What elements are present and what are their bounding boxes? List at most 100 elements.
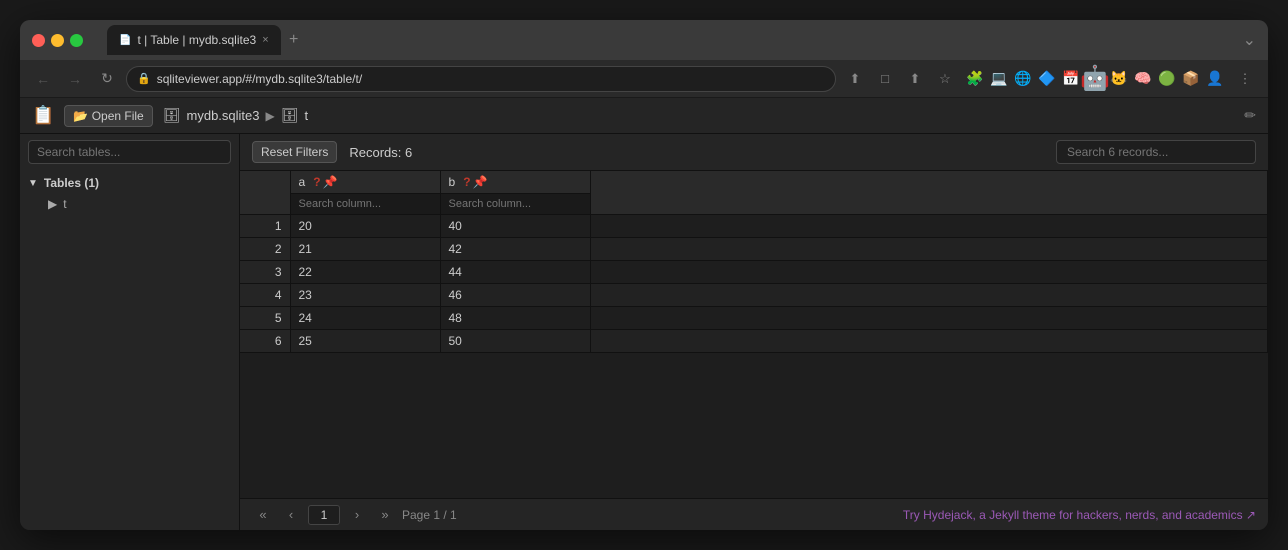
- ext-icon-10[interactable]: 👤: [1204, 68, 1226, 90]
- share-button-3[interactable]: ⬆: [902, 66, 928, 92]
- ext-icon-5[interactable]: 📅: [1060, 68, 1082, 90]
- app-logo-icon: 📋: [32, 105, 54, 126]
- first-page-button[interactable]: «: [252, 504, 274, 526]
- cell-extra: [590, 238, 1268, 261]
- tab-title: t | Table | mydb.sqlite3: [137, 33, 256, 47]
- breadcrumb-sep-icon: ▶: [266, 109, 275, 123]
- table-row[interactable]: 1 20 40: [240, 215, 1268, 238]
- ext-icon-8[interactable]: 🟢: [1156, 68, 1178, 90]
- ext-icon-2[interactable]: 💻: [988, 68, 1010, 90]
- close-window-button[interactable]: [32, 34, 45, 47]
- row-num-header: [240, 171, 290, 215]
- reload-button[interactable]: ↻: [94, 66, 120, 92]
- cell-extra: [590, 330, 1268, 353]
- breadcrumb-db: mydb.sqlite3: [187, 108, 260, 123]
- table-row[interactable]: 4 23 46: [240, 284, 1268, 307]
- nav-right-icons: ⬆ □ ⬆ ☆: [842, 66, 958, 92]
- col-b-name: b: [449, 175, 456, 189]
- table-row[interactable]: 2 21 42: [240, 238, 1268, 261]
- breadcrumb-table: t: [305, 108, 309, 123]
- tab-icon: 📄: [119, 35, 131, 46]
- cell-a: 21: [290, 238, 440, 261]
- table-triangle-icon: ▶: [48, 197, 57, 211]
- ext-icon-9[interactable]: 📦: [1180, 68, 1202, 90]
- cell-a: 20: [290, 215, 440, 238]
- col-b-pin-icon[interactable]: 📌: [473, 175, 488, 189]
- page-number-input[interactable]: [308, 505, 340, 525]
- page-info: Page 1 / 1: [402, 508, 457, 522]
- cell-a: 25: [290, 330, 440, 353]
- search-tables-input[interactable]: [28, 140, 231, 164]
- next-page-button[interactable]: ›: [346, 504, 368, 526]
- minimize-window-button[interactable]: [51, 34, 64, 47]
- ext-icon-6[interactable]: 🐱: [1108, 68, 1130, 90]
- bookmark-button[interactable]: ☆: [932, 66, 958, 92]
- col-b-search-input[interactable]: [441, 193, 590, 214]
- app-header: 📋 📂 Open File 🗄 mydb.sqlite3 ▶ 🗄 t ✏: [20, 98, 1268, 134]
- cell-a: 22: [290, 261, 440, 284]
- row-num-cell: 1: [240, 215, 290, 238]
- tables-group-header[interactable]: ▼ Tables (1): [20, 172, 239, 194]
- row-num-cell: 2: [240, 238, 290, 261]
- data-table: a ? 📌: [240, 171, 1268, 353]
- ext-icon-4[interactable]: 🔷: [1036, 68, 1058, 90]
- active-tab[interactable]: 📄 t | Table | mydb.sqlite3 ×: [107, 25, 281, 55]
- db-icon: 🗄: [163, 107, 181, 124]
- expand-triangle-icon: ▼: [28, 178, 38, 189]
- lock-icon: 🔒: [137, 72, 151, 85]
- row-num-cell: 3: [240, 261, 290, 284]
- share-button-1[interactable]: ⬆: [842, 66, 868, 92]
- sidebar-tables-section: ▼ Tables (1) ▶ t: [20, 170, 239, 216]
- row-num-cell: 5: [240, 307, 290, 330]
- back-button[interactable]: ←: [30, 66, 56, 92]
- sidebar-item-t[interactable]: ▶ t: [20, 194, 239, 214]
- col-b-question-icon[interactable]: ?: [463, 175, 470, 189]
- toolbar: Reset Filters Records: 6: [240, 134, 1268, 171]
- table-row[interactable]: 6 25 50: [240, 330, 1268, 353]
- app-content: 📋 📂 Open File 🗄 mydb.sqlite3 ▶ 🗄 t ✏ ▼ T…: [20, 98, 1268, 530]
- new-tab-button[interactable]: +: [281, 27, 307, 53]
- table-row[interactable]: 5 24 48: [240, 307, 1268, 330]
- footer-link[interactable]: Try Hydejack, a Jekyll theme for hackers…: [903, 508, 1256, 522]
- search-records-input[interactable]: [1056, 140, 1256, 164]
- tab-close-button[interactable]: ×: [262, 34, 268, 46]
- navigation-bar: ← → ↻ 🔒 sqliteviewer.app/#/mydb.sqlite3/…: [20, 60, 1268, 98]
- col-a-header[interactable]: a ? 📌: [290, 171, 440, 215]
- data-table-container[interactable]: a ? 📌: [240, 171, 1268, 498]
- tab-bar: 📄 t | Table | mydb.sqlite3 × +: [107, 25, 1235, 55]
- col-a-question-icon[interactable]: ?: [313, 175, 320, 189]
- col-a-pin-icon[interactable]: 📌: [323, 175, 338, 189]
- cell-b: 42: [440, 238, 590, 261]
- cell-extra: [590, 215, 1268, 238]
- open-file-button[interactable]: 📂 Open File: [64, 105, 152, 127]
- cell-b: 48: [440, 307, 590, 330]
- forward-button[interactable]: →: [62, 66, 88, 92]
- address-text: sqliteviewer.app/#/mydb.sqlite3/table/t/: [157, 72, 825, 86]
- prev-page-button[interactable]: ‹: [280, 504, 302, 526]
- cell-b: 40: [440, 215, 590, 238]
- ext-icon-3[interactable]: 🌐: [1012, 68, 1034, 90]
- col-extra-header: [590, 171, 1268, 215]
- maximize-window-button[interactable]: [70, 34, 83, 47]
- share-button-2[interactable]: □: [872, 66, 898, 92]
- address-bar[interactable]: 🔒 sqliteviewer.app/#/mydb.sqlite3/table/…: [126, 66, 836, 92]
- records-count: Records: 6: [349, 145, 412, 160]
- breadcrumb: 🗄 mydb.sqlite3 ▶ 🗄 t: [163, 107, 308, 124]
- reset-filters-button[interactable]: Reset Filters: [252, 141, 337, 163]
- window-chevron-icon[interactable]: ⌄: [1243, 30, 1256, 50]
- browser-window: 📄 t | Table | mydb.sqlite3 × + ⌄ ← → ↻ 🔒…: [20, 20, 1268, 530]
- col-a-search-input[interactable]: [291, 193, 440, 214]
- title-bar: 📄 t | Table | mydb.sqlite3 × + ⌄: [20, 20, 1268, 60]
- android-icon: 🤖: [1084, 68, 1106, 90]
- ext-icon-1[interactable]: 🧩: [964, 68, 986, 90]
- last-page-button[interactable]: »: [374, 504, 396, 526]
- table-icon: 🗄: [281, 107, 299, 124]
- table-name: t: [63, 197, 66, 211]
- cell-a: 24: [290, 307, 440, 330]
- edit-button[interactable]: ✏: [1244, 107, 1256, 124]
- table-row[interactable]: 3 22 44: [240, 261, 1268, 284]
- ext-icon-7[interactable]: 🧠: [1132, 68, 1154, 90]
- more-options-button[interactable]: ⋮: [1232, 66, 1258, 92]
- tables-group-label: Tables (1): [44, 176, 99, 190]
- col-b-header[interactable]: b ? 📌: [440, 171, 590, 215]
